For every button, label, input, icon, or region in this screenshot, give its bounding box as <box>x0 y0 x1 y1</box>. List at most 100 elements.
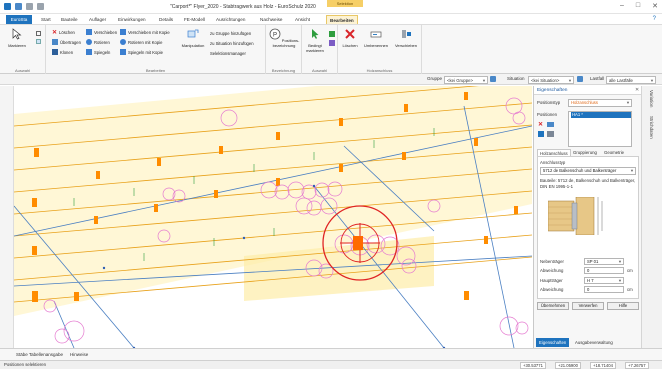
redo-icon[interactable] <box>37 3 44 10</box>
close-icon[interactable]: ✕ <box>635 86 639 95</box>
position-props-icon[interactable] <box>547 122 554 127</box>
tab-details[interactable]: Details <box>156 15 176 24</box>
tab-ansicht[interactable]: Ansicht <box>292 15 313 24</box>
abweichung-2-label: Abweichung <box>540 287 564 292</box>
tab-nachweise[interactable]: Nachweise <box>257 15 285 24</box>
bedingt-markieren-button[interactable]: Bedingt markieren <box>304 28 326 53</box>
ha-verschieben-button[interactable]: Verschieben <box>392 28 420 48</box>
lastfall-select[interactable]: alle Lastfälle ▼ <box>606 75 656 84</box>
verschieben-kopie-label: Verschieben mit Kopie <box>128 29 170 35</box>
model-canvas[interactable] <box>14 86 532 348</box>
select-position-icon[interactable] <box>538 131 544 137</box>
gruppe-filter-icon[interactable] <box>490 76 496 82</box>
selektionsmanager-button[interactable]: Selektionsmanager <box>210 51 246 56</box>
delete-icon: ✕ <box>52 30 58 36</box>
markieren-button[interactable]: Markieren <box>4 28 30 48</box>
move-icon <box>86 29 92 35</box>
selection-rect-icon[interactable] <box>36 31 41 36</box>
select-filter-icon[interactable] <box>329 40 335 46</box>
haupttraeger-label: Hauptträger <box>540 278 563 283</box>
nebentraeger-select[interactable]: SP 01 ▼ <box>584 258 624 265</box>
rotieren-button[interactable]: Rotieren <box>86 39 110 45</box>
loeschen-button[interactable]: ✕ Löschen <box>52 29 75 36</box>
positionstyp-label: Positionstyp <box>537 100 561 105</box>
tab-eigenschaften[interactable]: Eigenschaften <box>536 338 570 347</box>
tab-ausgabeverwaltung[interactable]: Ausgabeverwaltung <box>572 338 616 347</box>
select-by-type-icon[interactable] <box>329 31 335 37</box>
verwerfen-button[interactable]: Verwerfen <box>572 302 604 310</box>
tab-start[interactable]: Start <box>38 15 54 24</box>
positionstyp-select[interactable]: Holzanschluss ▼ <box>568 99 632 107</box>
app-icon[interactable] <box>4 3 11 10</box>
tab-eurosta[interactable]: EuroSta <box>6 15 32 24</box>
coord-y: +21.05900 <box>555 362 581 369</box>
klonen-label: Klonen <box>60 49 74 55</box>
verschieben-button[interactable]: Verschieben <box>86 29 117 35</box>
coord-z: +18.71404 <box>590 362 616 369</box>
ha-loeschen-label: Löschen <box>342 43 358 48</box>
tab-einwirkungen[interactable]: Einwirkungen <box>115 15 149 24</box>
rotieren-kopie-button[interactable]: Rotieren mit Kopie <box>120 39 162 45</box>
ha-loeschen-button[interactable]: Löschen <box>340 28 360 48</box>
tab-bearbeiten[interactable]: Bearbeiten <box>326 15 358 24</box>
model-viewport[interactable] <box>14 86 532 348</box>
tab-staebe-tabellenausgabe[interactable]: Stäbe Tabellenansgabe <box>16 352 63 357</box>
save-icon[interactable] <box>15 3 22 10</box>
maximize-icon[interactable]: □ <box>636 2 640 10</box>
help-icon[interactable]: ? <box>653 16 656 22</box>
close-icon[interactable]: ✕ <box>652 2 658 10</box>
undo-icon[interactable] <box>26 3 33 10</box>
tab-ausrichtungen[interactable]: Ausrichtungen <box>213 15 248 24</box>
delete-position-icon[interactable]: ✕ <box>538 121 543 128</box>
positionen-list[interactable]: HA1 * <box>568 111 632 147</box>
minimize-icon[interactable]: – <box>620 2 624 10</box>
holzanschluss-tab-content: Anschlusstyp 5712 de Balkenschuh und Bal… <box>537 156 639 299</box>
hilfe-button[interactable]: Hilfe <box>607 302 639 310</box>
spiegeln-kopie-button[interactable]: Spiegeln mit Kopie <box>120 49 163 55</box>
strichdaten-side-tab[interactable]: Strichdaten <box>649 116 654 139</box>
tab-fe-modell[interactable]: FE-Modell <box>181 15 208 24</box>
spiegeln-kopie-label: Spiegeln mit Kopie <box>128 49 163 55</box>
klonen-button[interactable]: Klonen <box>52 49 73 55</box>
anschlusstyp-select[interactable]: 5712 de Balkenschuh und Balkenträger ▼ <box>540 167 636 175</box>
umbenennen-label: Umbenennen <box>363 43 389 48</box>
haupttraeger-select[interactable]: H 7 ▼ <box>584 277 624 284</box>
verschieben-kopie-button[interactable]: Verschieben mit Kopie <box>120 29 170 35</box>
haupttraeger-value: H 7 <box>587 278 594 283</box>
situation-filter-icon[interactable] <box>577 76 583 82</box>
move-copy-icon <box>120 29 126 35</box>
properties-header: Eigenschaften ✕ <box>534 86 642 95</box>
gruppe-select[interactable]: <kei Gruppe> ▼ <box>444 75 488 84</box>
nebentraeger-label: Nebenträger <box>540 259 564 264</box>
situation-hinzufuegen-button[interactable]: zu Situation hinzufügen <box>210 41 254 46</box>
ribbon-tabs: EuroSta Start Bauteile Auflager Einwirku… <box>0 14 662 24</box>
situation-select[interactable]: <kei Situation> ▼ <box>528 75 574 84</box>
abweichung-2-input[interactable]: 0 <box>584 286 624 293</box>
abweichung-1-input[interactable]: 0 <box>584 267 624 274</box>
coord-w: +7.26757 <box>625 362 649 369</box>
mirror-icon <box>86 49 92 55</box>
abweichung-2-unit: cm <box>627 287 633 292</box>
uebertragen-button[interactable]: Übertragen <box>52 39 81 45</box>
spiegeln-button[interactable]: Spiegeln <box>86 49 110 55</box>
tab-hinweise[interactable]: Hinweise <box>70 352 88 357</box>
edit-position-icon[interactable] <box>547 131 554 137</box>
umbenennen-button[interactable]: Umbenennen <box>362 28 390 48</box>
situation-label: Situation <box>507 76 525 81</box>
gruppe-hinzufuegen-button[interactable]: zu Gruppe hinzufügen <box>210 31 251 36</box>
selection-window-icon[interactable] <box>36 39 41 44</box>
tab-auflager[interactable]: Auflager <box>86 15 109 24</box>
manipulation-button[interactable]: Manipulation <box>178 28 208 48</box>
variation-side-tab[interactable]: Variation <box>649 90 654 107</box>
tab-bauteile[interactable]: Bauteile <box>58 15 81 24</box>
label-icon: P <box>269 28 281 40</box>
uebernehmen-button[interactable]: Übernehmen <box>537 302 569 310</box>
positionsbezeichnung-button[interactable]: P Positions-bezeichnung <box>268 28 300 48</box>
ha-verschieben-label: Verschieben <box>394 43 417 48</box>
positionen-list-item[interactable]: HA1 * <box>571 112 631 118</box>
subtab-geometrie[interactable]: Geometrie <box>602 149 626 156</box>
situation-hinzufuegen-label: zu Situation hinzufügen <box>210 41 254 46</box>
chevron-down-icon: ▼ <box>482 77 486 83</box>
chevron-down-icon: ▼ <box>568 77 572 83</box>
subtab-gruppierung[interactable]: Gruppierung <box>571 149 599 156</box>
